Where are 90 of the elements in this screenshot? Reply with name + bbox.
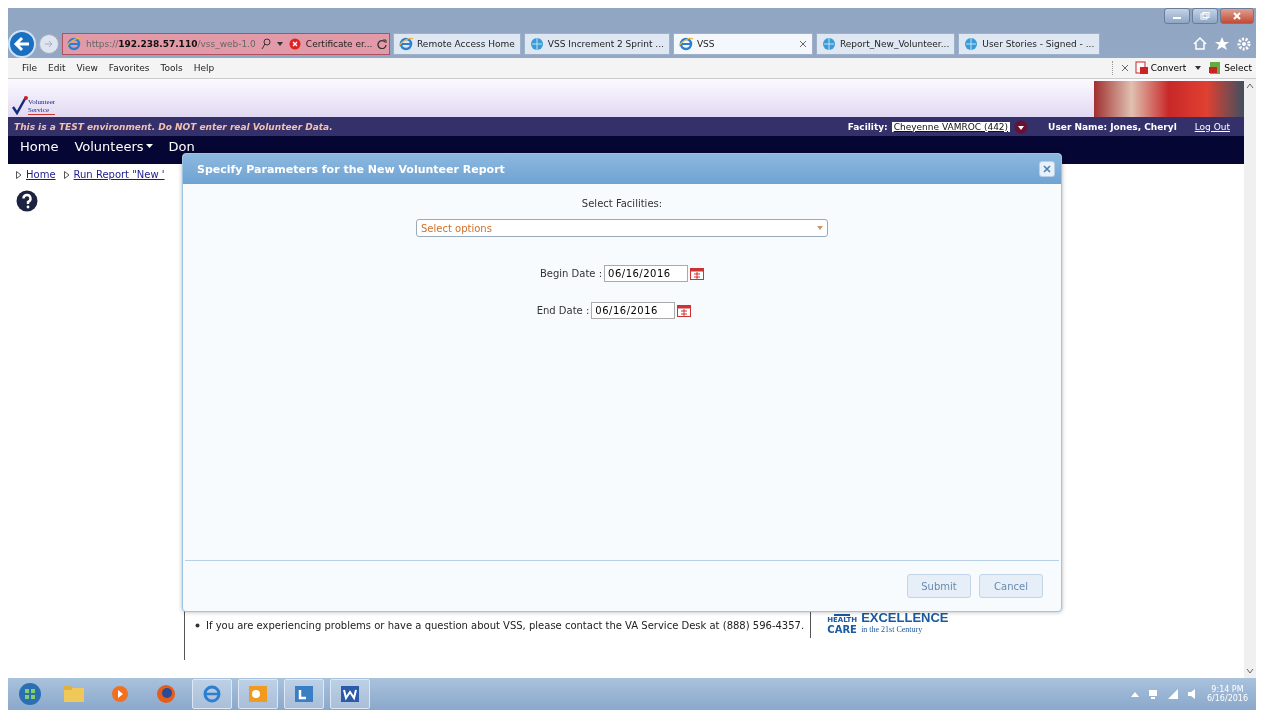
facilities-label: Select Facilities: bbox=[581, 198, 663, 209]
clock-time: 9:14 PM bbox=[1211, 685, 1244, 694]
browser-tab[interactable]: Report_New_Volunteer... bbox=[815, 33, 956, 55]
help-icon bbox=[16, 190, 38, 212]
menu-item[interactable]: View bbox=[76, 63, 98, 73]
browser-logo-icon bbox=[678, 37, 693, 51]
help-notice-text: If you are experiencing problems or have a question about VSS, please contact the VA Service Desk at (888) 596-4357. bbox=[206, 619, 805, 631]
forward-arrow-icon bbox=[44, 39, 54, 49]
close-button[interactable] bbox=[1220, 8, 1254, 24]
restore-icon bbox=[1200, 12, 1210, 20]
toolbar-close-button[interactable] bbox=[1120, 64, 1129, 72]
end-date-label: End Date : bbox=[536, 305, 590, 316]
calendar-icon bbox=[677, 304, 692, 317]
calendar-icon bbox=[690, 267, 705, 280]
taskbar-button[interactable] bbox=[192, 679, 232, 709]
home-button[interactable] bbox=[1192, 36, 1208, 52]
calendar-button[interactable] bbox=[690, 267, 705, 280]
date-field[interactable]: 06/16/2016 bbox=[591, 302, 676, 319]
check-mark-icon bbox=[12, 95, 28, 115]
nav-menu-item[interactable]: Don bbox=[168, 139, 195, 154]
star-icon bbox=[1214, 36, 1230, 52]
breadcrumb-link[interactable]: Run Report "New ' bbox=[73, 169, 165, 180]
triangle-icon bbox=[63, 170, 70, 179]
calendar-button[interactable] bbox=[677, 304, 692, 317]
toolbar-button[interactable]: Convert bbox=[1134, 61, 1203, 75]
clock-date: 6/16/2016 bbox=[1206, 694, 1248, 703]
menu-item[interactable]: Tools bbox=[160, 63, 183, 73]
user-name-text: User Name: Jones, Cheryl bbox=[1048, 121, 1177, 132]
nav-menu-item[interactable]: Home bbox=[20, 139, 59, 154]
browser-logo-icon bbox=[67, 37, 81, 51]
scrollbar[interactable] bbox=[1244, 79, 1256, 678]
date-field[interactable]: 06/16/2016 bbox=[604, 265, 689, 282]
restore-button[interactable] bbox=[1192, 8, 1218, 24]
close-icon bbox=[798, 40, 807, 48]
start-orb-icon bbox=[18, 682, 42, 706]
caret-icon bbox=[1194, 65, 1203, 71]
close-icon bbox=[1232, 12, 1242, 20]
logout-link[interactable]: Log Out bbox=[1194, 121, 1230, 132]
browser-logo-icon bbox=[399, 37, 413, 51]
url-text: https://192.238.57.110/vss_web-1.0 bbox=[86, 39, 256, 49]
browser-tab[interactable]: VSS Increment 2 Sprint ... bbox=[523, 33, 670, 55]
toolbar-button[interactable]: Select bbox=[1208, 61, 1252, 75]
caret-up-icon bbox=[1130, 691, 1139, 697]
settings-button[interactable] bbox=[1236, 36, 1252, 52]
close-icon bbox=[1043, 165, 1051, 173]
taskbar-button[interactable] bbox=[330, 679, 370, 709]
breadcrumb-link[interactable]: Home bbox=[26, 169, 56, 180]
nav-menu-item[interactable]: Volunteers bbox=[74, 139, 153, 154]
signal-icon bbox=[1166, 688, 1179, 700]
caret-icon bbox=[817, 226, 823, 230]
star-button[interactable] bbox=[1214, 36, 1230, 52]
bullet-icon bbox=[195, 622, 200, 628]
test-warning-text: This is a TEST environment. Do NOT enter real Volunteer Data. bbox=[14, 121, 333, 132]
tab-close-button[interactable] bbox=[798, 40, 807, 48]
dialog-close-button[interactable] bbox=[1039, 161, 1055, 177]
facility-select[interactable]: Cheyenne VAMROC (442) bbox=[891, 121, 1011, 132]
begin-date-label: Begin Date : bbox=[539, 268, 603, 279]
network-icon bbox=[1146, 688, 1159, 700]
search-icon bbox=[260, 38, 271, 50]
browser-tab[interactable]: Remote Access Home bbox=[393, 33, 521, 55]
back-arrow-icon bbox=[13, 36, 31, 52]
triangle-icon bbox=[16, 170, 22, 179]
certificate-error-text: Certificate er... bbox=[305, 39, 373, 49]
browser-tab[interactable]: User Stories - Signed - ... bbox=[958, 33, 1101, 55]
refresh-icon bbox=[377, 39, 388, 49]
taskbar-button[interactable] bbox=[284, 679, 324, 709]
globe-icon bbox=[529, 37, 544, 51]
help-button[interactable] bbox=[16, 190, 38, 212]
browser-tab[interactable]: VSS bbox=[672, 33, 813, 55]
facilities-select[interactable]: Select options bbox=[416, 219, 828, 237]
dropdown-circle-icon bbox=[1014, 119, 1029, 134]
scroll-up-icon bbox=[1246, 83, 1254, 89]
caret-icon bbox=[145, 144, 153, 149]
close-icon bbox=[1120, 64, 1129, 72]
facility-label: Facility: bbox=[847, 121, 888, 132]
globe-icon bbox=[964, 37, 979, 51]
scroll-down-icon bbox=[1246, 668, 1254, 674]
address-bar[interactable]: https://192.238.57.110/vss_web-1.0 Certificate er... bbox=[62, 33, 390, 55]
home-icon bbox=[1192, 36, 1208, 52]
back-button[interactable] bbox=[8, 30, 36, 58]
caret-icon bbox=[275, 41, 284, 47]
minimize-button[interactable] bbox=[1164, 8, 1190, 24]
globe-icon bbox=[821, 37, 836, 51]
menu-item[interactable]: File bbox=[22, 63, 38, 73]
error-icon bbox=[288, 38, 301, 50]
settings-icon bbox=[1236, 36, 1252, 52]
menu-item[interactable]: Favorites bbox=[108, 63, 150, 73]
menu-item[interactable]: Edit bbox=[48, 63, 66, 73]
dialog-title: Specify Parameters for the New Volunteer Report bbox=[197, 162, 505, 176]
menu-item[interactable]: Help bbox=[193, 63, 215, 73]
